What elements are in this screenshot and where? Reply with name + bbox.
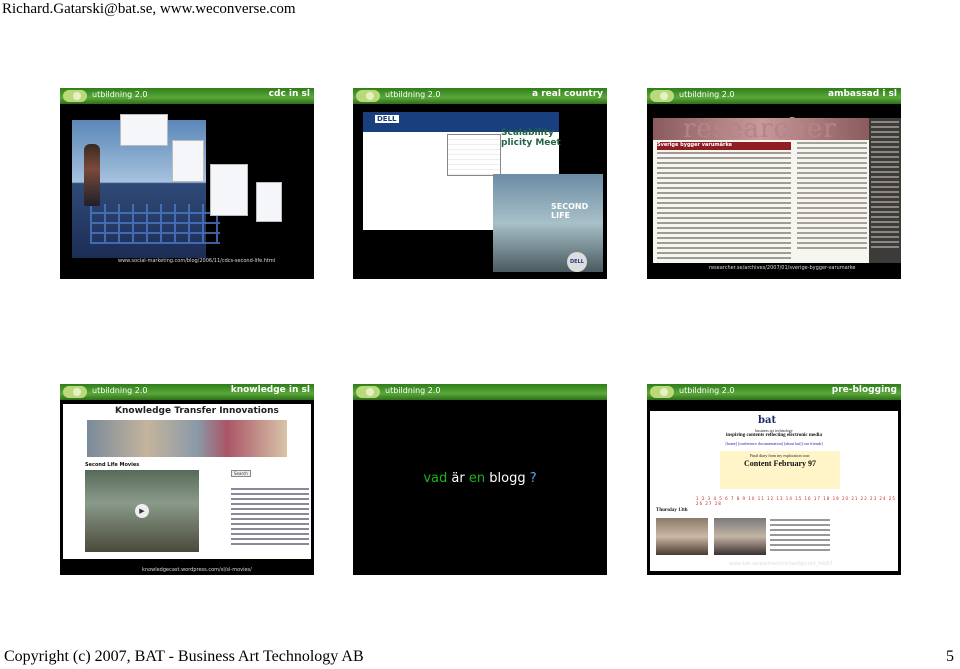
slide-a-real-country: utbildning 2.0 a real country DELL Scala… <box>353 88 607 279</box>
bat-logo: bat <box>758 415 777 426</box>
sl-board <box>172 140 204 182</box>
portrait-photo <box>656 518 708 555</box>
sl-board <box>120 114 168 146</box>
slide-title: knowledge in sl <box>230 385 310 395</box>
dell-headline-line1: Scalability <box>501 128 554 138</box>
slide-title-bar: utbildning 2.0 pre-blogging <box>647 384 901 400</box>
slide-ambassad-i-sl: utbildning 2.0 ambassad i sl researcher … <box>647 88 901 279</box>
researcher-banner-text: researcher <box>683 114 837 144</box>
header-contact: Richard.Gatarski@bat.se, www.weconverse.… <box>2 1 296 17</box>
question-word-vad: vad <box>423 471 448 486</box>
logo-icon <box>63 386 87 398</box>
question-word-blogg: blogg <box>489 471 526 486</box>
slide-cdc-in-sl: utbildning 2.0 cdc in sl www.social-mark… <box>60 88 314 279</box>
slide-title-bar: utbildning 2.0 <box>353 384 607 400</box>
knowledge-title: Knowledge Transfer Innovations <box>115 406 279 416</box>
question-word-en: en <box>468 471 486 486</box>
knowledge-banner-photo <box>87 420 287 457</box>
dell-dropdown-menu <box>447 134 501 176</box>
slide-title-bar: utbildning 2.0 knowledge in sl <box>60 384 314 400</box>
researcher-right-column <box>869 118 901 263</box>
date-heading: Content February 97 <box>744 459 816 468</box>
question-mark: ? <box>529 471 537 486</box>
logo-icon <box>356 90 380 102</box>
slide-screenshot: DELL Scalability plicity Meet SECOND LIF… <box>353 104 607 279</box>
slide-subtitle: utbildning 2.0 <box>385 90 441 99</box>
slide-subtitle: utbildning 2.0 <box>92 90 148 99</box>
dell-headline-line2: plicity Meet <box>501 138 561 148</box>
slide-subtitle: utbildning 2.0 <box>679 386 735 395</box>
slide-title: ambassad i sl <box>828 89 897 99</box>
slide-subtitle: utbildning 2.0 <box>679 90 735 99</box>
knowledge-sidebar <box>231 488 309 548</box>
second-life-logo: SECOND LIFE <box>551 202 589 220</box>
slide-title-bar: utbildning 2.0 cdc in sl <box>60 88 314 104</box>
knowledge-subtitle: Second Life Movies <box>85 462 140 468</box>
preblog-date-box: Final diary from my exploration tour: Co… <box>720 451 840 489</box>
slide-subtitle: utbildning 2.0 <box>92 386 148 395</box>
blog-question: vad är en blogg ? <box>353 471 607 486</box>
dell-logo: DELL <box>375 115 399 123</box>
slide-vad-ar-en-blogg: utbildning 2.0 vad är en blogg ? <box>353 384 607 575</box>
dell-second-life-render <box>493 174 603 272</box>
question-word-ar: är <box>451 471 465 486</box>
sl-board <box>210 164 248 216</box>
page-number: 5 <box>946 648 954 665</box>
slide-screenshot: Knowledge Transfer Innovations Second Li… <box>60 400 314 575</box>
dell-headline: Scalability plicity Meet <box>501 128 561 148</box>
article-heading: Sverige bygger varumärke <box>657 142 791 150</box>
article-sidebar <box>797 142 867 252</box>
article-text <box>657 152 791 262</box>
slide-screenshot: bat business art technology inspiring co… <box>647 400 901 575</box>
preblog-webpage: bat business art technology inspiring co… <box>650 411 898 571</box>
preblog-header: inspiring contents reflecting electronic… <box>726 433 822 438</box>
knowledge-webpage: Knowledge Transfer Innovations Second Li… <box>63 404 311 559</box>
video-player: ▶ <box>85 470 199 552</box>
logo-icon <box>650 90 674 102</box>
preblog-nav-links: [home] [conference documentation] [about… <box>725 441 823 446</box>
play-icon: ▶ <box>135 504 149 518</box>
portrait-photo <box>714 518 766 555</box>
slide-screenshot: researcher Sverige bygger varumärke rese… <box>647 104 901 279</box>
logo-icon <box>356 386 380 398</box>
sl-board <box>256 182 282 222</box>
slide-subtitle: utbildning 2.0 <box>385 386 441 395</box>
search-button: Search <box>231 470 251 477</box>
logo-icon <box>63 90 87 102</box>
researcher-webpage: researcher Sverige bygger varumärke <box>653 114 869 263</box>
slide-caption: researcher.se/archives/2007/01/sverige-b… <box>709 265 856 271</box>
slide-caption: knowledgecast.wordpress.com/sl/sl-movies… <box>142 567 252 573</box>
dell-badge-icon: DELL <box>567 252 587 272</box>
slide-caption: www.social-marketing.com/blog/2006/11/cd… <box>118 258 276 264</box>
day-heading: Thursday 13th <box>656 508 688 513</box>
slide-title: cdc in sl <box>268 89 310 99</box>
slide-body: vad är en blogg ? <box>353 400 607 575</box>
avatar-figure <box>84 144 100 206</box>
footer-copyright: Copyright (c) 2007, BAT - Business Art T… <box>4 648 364 665</box>
entry-text <box>770 519 830 554</box>
day-number-links: 1 2 3 4 5 6 7 8 9 10 11 12 13 14 15 16 1… <box>696 496 896 506</box>
slide-pre-blogging: utbildning 2.0 pre-blogging bat business… <box>647 384 901 575</box>
slide-screenshot: www.social-marketing.com/blog/2006/11/cd… <box>60 104 314 279</box>
slide-title: pre-blogging <box>831 385 897 395</box>
slide-caption: www.bat.se/partners/richardg/cont_feb97 <box>729 561 833 567</box>
slide-title: a real country <box>532 89 603 99</box>
sl-floor-grid <box>90 204 220 244</box>
date-intro: Final diary from my exploration tour: <box>749 453 811 458</box>
slide-title-bar: utbildning 2.0 ambassad i sl <box>647 88 901 104</box>
logo-icon <box>650 386 674 398</box>
slide-title-bar: utbildning 2.0 a real country <box>353 88 607 104</box>
slide-knowledge-in-sl: utbildning 2.0 knowledge in sl Knowledge… <box>60 384 314 575</box>
researcher-banner: researcher <box>653 114 869 144</box>
